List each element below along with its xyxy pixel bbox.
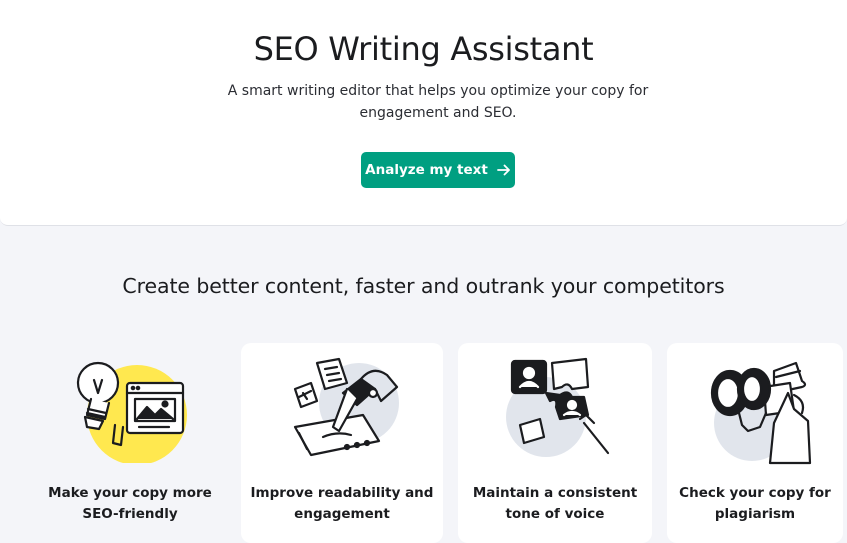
feature-label-plagiarism: Check your copy for plagiarism [679, 485, 831, 522]
hero-subtitle: A smart writing editor that helps you op… [227, 83, 649, 121]
analyze-my-text-button[interactable]: Analyze my text [361, 152, 515, 188]
feature-label-tone: Maintain a consistent tone of voice [472, 485, 638, 522]
feature-card-plagiarism: Check your copy for plagiarism [667, 343, 843, 543]
arrow-right-icon [496, 164, 510, 176]
feature-card-seo: Make your copy more SEO-friendly [30, 343, 230, 543]
hand-writing-icon [293, 357, 399, 457]
hero-section: SEO Writing Assistant A smart writing ed… [0, 0, 847, 226]
feature-card-tone: Maintain a consistent tone of voice [458, 343, 652, 543]
page-title: SEO Writing Assistant [253, 30, 594, 68]
binoculars-detective-icon [710, 361, 812, 465]
lightbulb-browser-icon [76, 361, 187, 463]
feature-card-readability: Improve readability and engagement [241, 343, 443, 543]
feature-label-readability: Improve readability and engagement [250, 485, 434, 522]
feature-label-seo: Make your copy more SEO-friendly [48, 485, 212, 522]
puzzle-people-icon [506, 357, 610, 457]
section-title: Create better content, faster and outran… [122, 274, 725, 298]
analyze-button-label: Analyze my text [365, 162, 488, 178]
